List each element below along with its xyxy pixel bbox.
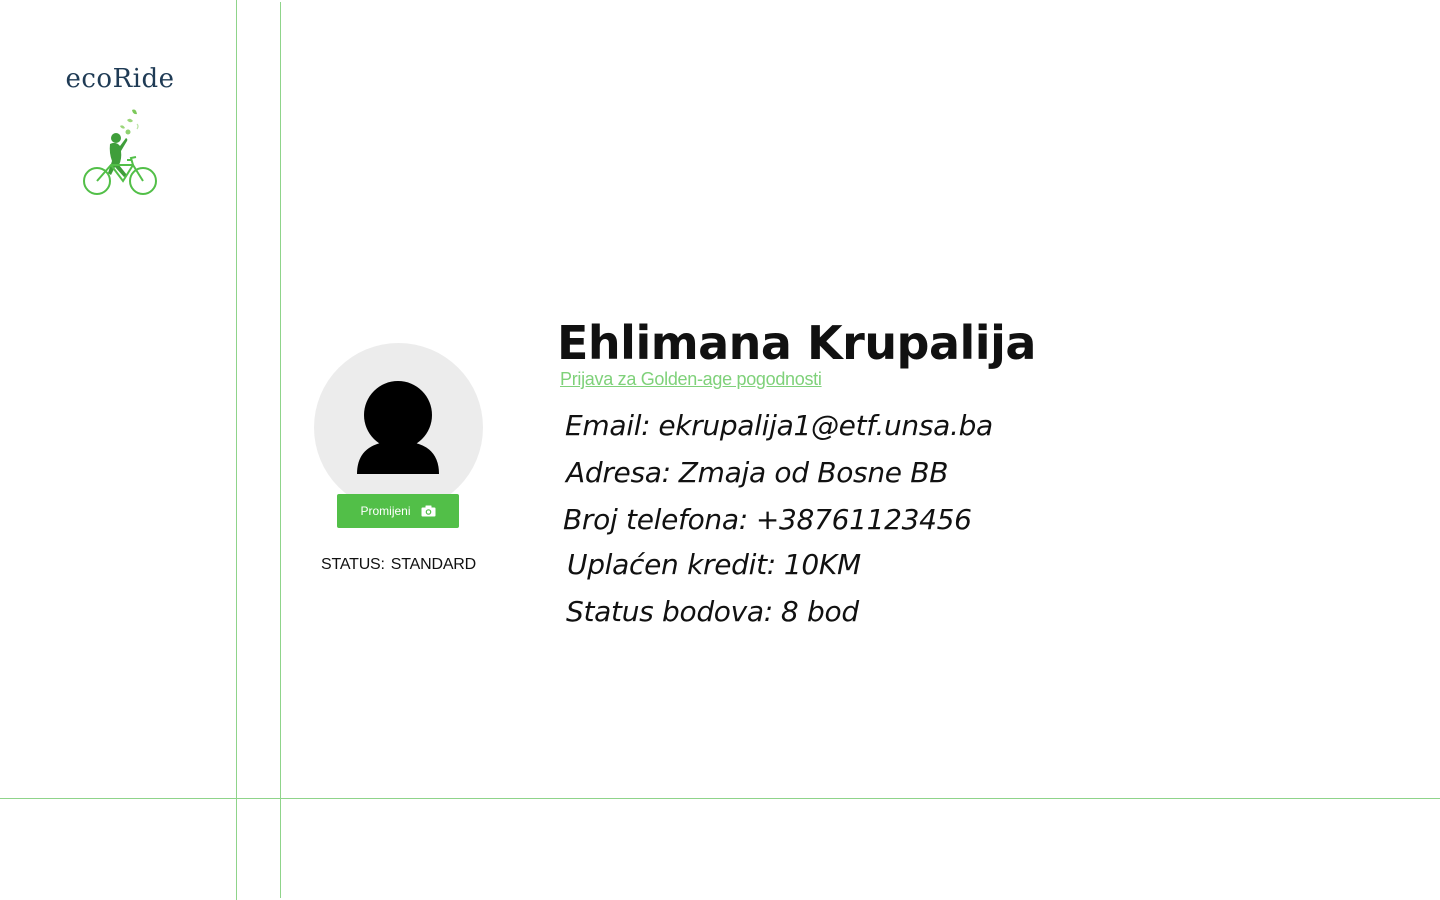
golden-age-link[interactable]: Prijava za Golden-age pogodnosti [560,369,822,390]
camera-icon [421,505,435,517]
phone-value: +38761123456 [755,503,972,536]
phone-label: Broj telefona: [563,503,748,536]
email-row: Email: ekrupalija1@etf.unsa.ba [565,409,993,442]
change-photo-label: Promijeni [360,504,411,518]
email-label: Email: [565,409,651,442]
brand-name: ecoRide [65,64,175,94]
user-name-heading: Ehlimana Krupalija [557,316,1036,370]
status-label: STATUS: [320,556,385,573]
user-silhouette-icon [357,381,439,474]
profile-page: ecoRide Promijeni STATUS: STANDARD Ehlim… [0,0,1440,900]
content-divider [280,2,281,898]
points-value: 8 bod [780,595,859,628]
points-row: Status bodova: 8 bod [566,595,859,628]
footer-divider [0,798,1440,799]
credit-label: Uplaćen kredit: [567,548,776,581]
address-label: Adresa: [566,456,671,489]
phone-row: Broj telefona: +38761123456 [563,503,972,536]
cyclist-icon [83,109,157,195]
address-value: Zmaja od Bosne BB [678,456,949,489]
change-photo-button[interactable]: Promijeni [337,494,459,528]
email-value: ekrupalija1@etf.unsa.ba [658,409,993,442]
brand-logo[interactable]: ecoRide [40,64,200,198]
membership-status: STATUS: STANDARD [314,556,483,574]
address-row: Adresa: Zmaja od Bosne BB [566,456,948,489]
sidebar-divider [236,0,237,900]
status-value: STANDARD [390,556,477,573]
credit-value: 10KM [783,548,861,581]
points-label: Status bodova: [566,595,773,628]
profile-avatar [314,343,483,512]
credit-row: Uplaćen kredit: 10KM [567,548,861,581]
